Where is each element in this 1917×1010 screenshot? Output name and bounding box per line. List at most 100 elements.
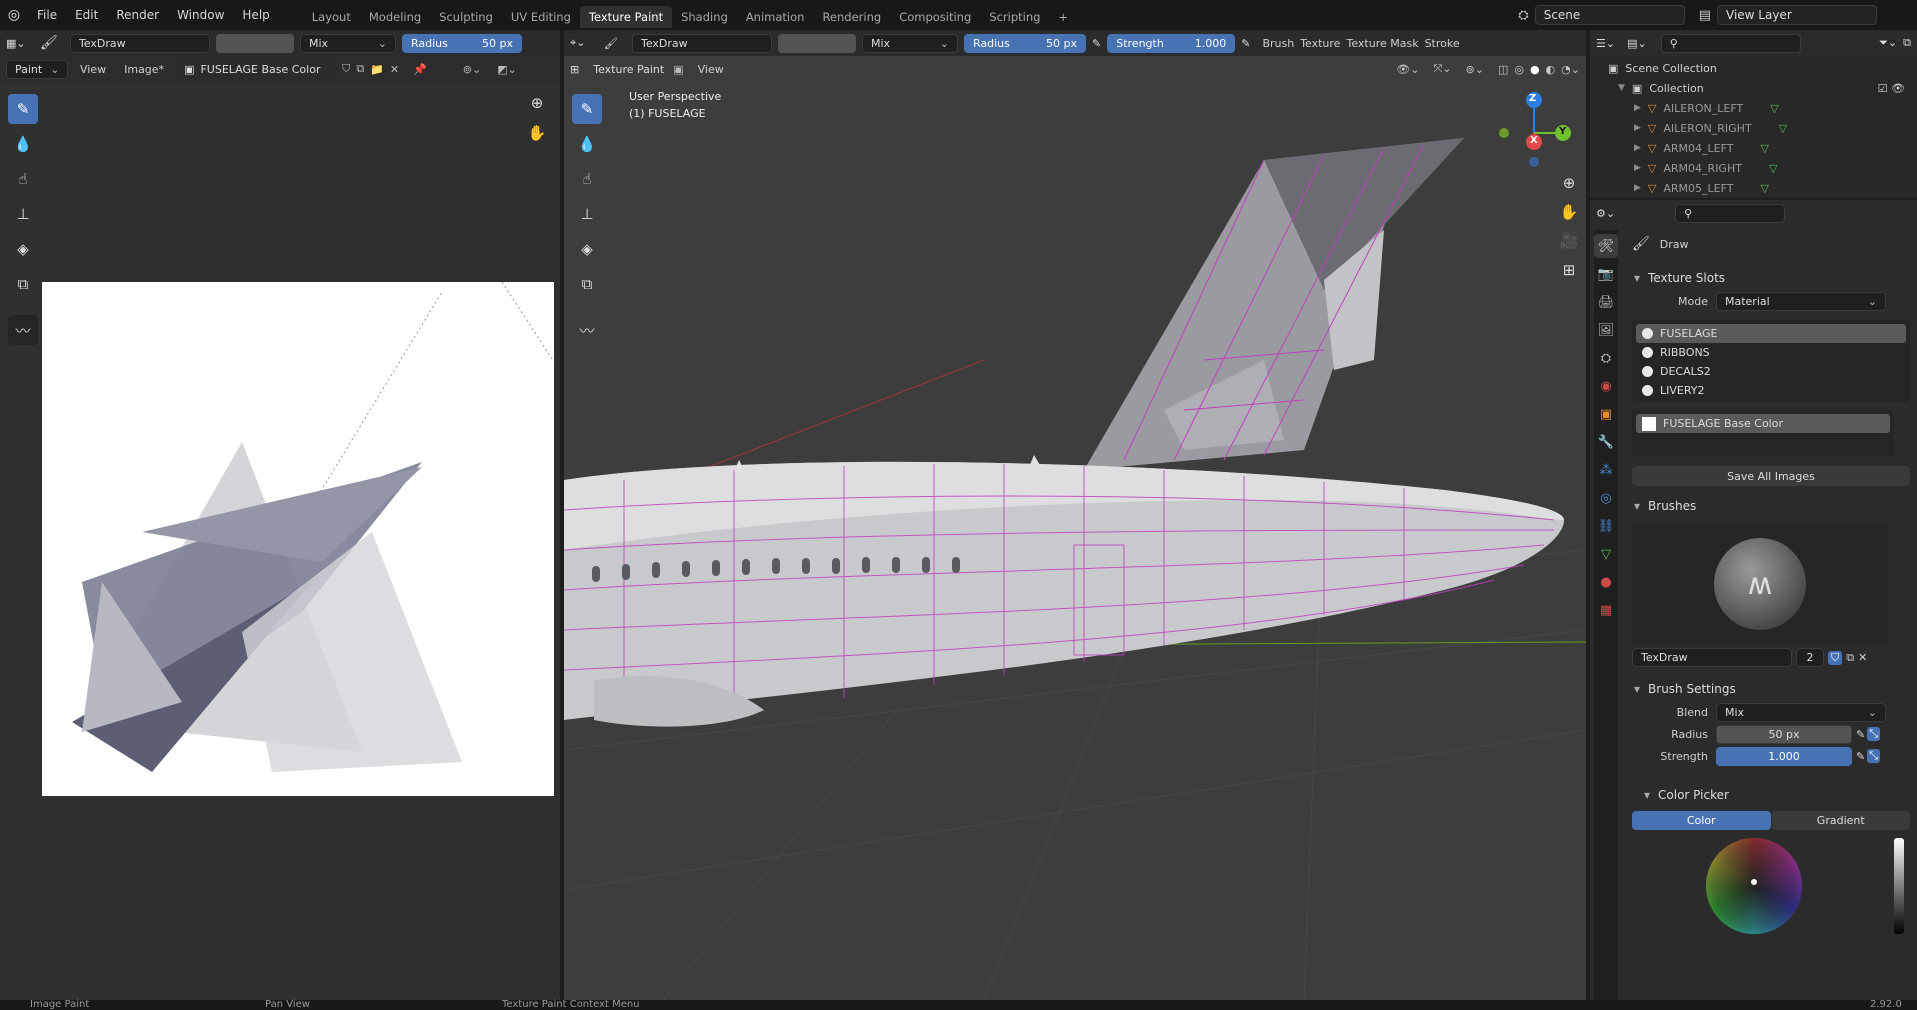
draw-tool-icon[interactable]: ✎ — [8, 94, 38, 124]
menu-stroke[interactable]: Stroke — [1425, 37, 1460, 50]
unlink-image-icon[interactable]: ✕ — [390, 63, 399, 76]
brush-name-field[interactable]: TexDraw — [70, 33, 210, 53]
outliner-item[interactable]: ▶ ▽ AILERON_RIGHT ▽ — [1608, 118, 1917, 138]
object-tab-icon[interactable]: ▣ — [1594, 402, 1618, 426]
strength-unit-icon[interactable]: ⤡ — [1867, 749, 1881, 763]
viewport-radius-slider[interactable]: Radius 50 px — [964, 33, 1086, 53]
physics-tab-icon[interactable]: ◎ — [1594, 486, 1618, 510]
expand-icon[interactable]: ▶ — [1634, 183, 1641, 193]
add-workspace-button[interactable]: + — [1049, 6, 1077, 28]
gizmo-toggle-icon[interactable]: ⤧⌄ — [1433, 62, 1451, 76]
viewport-mask-tool-icon[interactable]: ⧉ — [572, 269, 602, 299]
output-tab-icon[interactable]: 🖨 — [1594, 290, 1618, 314]
brush-datablock-name[interactable]: TexDraw — [1632, 648, 1792, 667]
render-tab-icon[interactable]: 📷 — [1594, 262, 1618, 286]
wireframe-shading-icon[interactable]: ◎ — [1514, 63, 1524, 76]
clone-tool-icon[interactable]: ⊥ — [8, 199, 38, 229]
modifier-tab-icon[interactable]: 🔧 — [1594, 430, 1618, 454]
constraints-tab-icon[interactable]: ⛓ — [1594, 514, 1618, 538]
menu-window[interactable]: Window — [168, 0, 233, 30]
texture-image[interactable] — [42, 282, 554, 796]
scene-collection-row[interactable]: ▣ Scene Collection — [1608, 58, 1917, 78]
viewport-view-menu[interactable]: View — [690, 63, 732, 76]
menu-edit[interactable]: Edit — [66, 0, 107, 30]
tab-layout[interactable]: Layout — [303, 6, 360, 28]
color-wheel[interactable] — [1706, 838, 1802, 934]
viewport-annotate-tool-icon[interactable]: 〰 — [572, 315, 602, 345]
viewport-mode-dropdown[interactable]: Texture Paint — [585, 60, 667, 79]
radius-slider[interactable]: Radius 50 px — [402, 33, 522, 53]
open-image-icon[interactable]: 📁 — [370, 63, 384, 76]
image-slot-item[interactable]: FUSELAGE Base Color — [1636, 414, 1890, 433]
menu-brush[interactable]: Brush — [1262, 37, 1294, 50]
viewport-pan-icon[interactable]: ✋ — [1556, 199, 1582, 225]
texture-slot-mode-dropdown[interactable]: Material — [1716, 291, 1886, 311]
overlay-icon[interactable]: ⊚⌄ — [463, 63, 481, 76]
save-all-images-button[interactable]: Save All Images — [1632, 466, 1910, 486]
fake-user-icon[interactable]: ⛉ — [342, 62, 350, 76]
menu-texture-mask[interactable]: Texture Mask — [1346, 37, 1418, 50]
data-tab-icon[interactable]: ▽ — [1594, 542, 1618, 566]
texture-slot-item[interactable]: LIVERY2 — [1636, 381, 1906, 400]
expand-icon[interactable]: ▶ — [1634, 163, 1641, 173]
unlink-brush-icon[interactable]: ✕ — [1858, 651, 1867, 664]
smear-tool-icon[interactable]: ☝ — [8, 164, 38, 194]
mask-toggle-icon[interactable]: ▣ — [673, 63, 683, 76]
image-menu[interactable]: Image* — [118, 63, 170, 76]
gizmo-z-label[interactable]: Z — [1529, 93, 1536, 104]
texture-slot-item[interactable]: FUSELAGE — [1636, 324, 1906, 343]
blender-logo-icon[interactable]: ◎ — [0, 7, 28, 23]
mask-tool-icon[interactable]: ⧉ — [8, 269, 38, 299]
radius-pressure-toggle-icon[interactable]: ✎ — [1856, 728, 1865, 741]
tool-tab-icon[interactable]: 🛠 — [1594, 234, 1618, 258]
soften-tool-icon[interactable]: 💧 — [8, 129, 38, 159]
radius-pressure-icon[interactable]: ✎ — [1092, 37, 1101, 50]
brush-strength-slider[interactable]: 1.000 — [1716, 746, 1852, 766]
view-layer-tab-icon[interactable]: 🖼 — [1594, 318, 1618, 342]
expand-icon[interactable]: ▶ — [1634, 103, 1641, 113]
outliner-display-mode-icon[interactable]: ▤⌄ — [1627, 37, 1647, 50]
pan-icon[interactable]: ✋ — [524, 120, 550, 146]
viewport-editor-type-icon[interactable]: ⌖⌄ — [570, 36, 598, 50]
color-swatch[interactable] — [216, 33, 294, 53]
expand-icon[interactable]: ▶ — [1634, 123, 1641, 133]
blend-dropdown[interactable]: Mix — [300, 33, 396, 53]
properties-search[interactable]: ⚲ — [1675, 203, 1786, 223]
menu-texture[interactable]: Texture — [1300, 37, 1340, 50]
color-tab[interactable]: Color — [1632, 811, 1771, 830]
texture-tab-icon[interactable]: ▦ — [1594, 598, 1618, 622]
ortho-toggle-icon[interactable]: ⊞ — [1556, 257, 1582, 283]
scene-tab-icon[interactable]: ⛭ — [1594, 346, 1618, 370]
radius-unit-icon[interactable]: ⤡ — [1867, 727, 1881, 741]
tab-compositing[interactable]: Compositing — [890, 6, 980, 28]
tab-sculpting[interactable]: Sculpting — [430, 6, 502, 28]
viewport-zoom-icon[interactable]: ⊕ — [1556, 170, 1582, 196]
brush-radius-slider[interactable]: 50 px — [1716, 724, 1852, 744]
visibility-icon[interactable]: 👁⌄ — [1396, 63, 1419, 76]
viewport-soften-tool-icon[interactable]: 💧 — [572, 129, 602, 159]
airplane-model[interactable] — [564, 30, 1586, 1000]
pin-icon[interactable]: 📌 — [413, 63, 427, 76]
gizmo-y-label[interactable]: Y — [1559, 126, 1566, 137]
scene-selector[interactable]: Scene — [1534, 5, 1685, 25]
viewport-smear-tool-icon[interactable]: ☝ — [572, 164, 602, 194]
viewport-brush-field[interactable]: TexDraw — [632, 33, 772, 53]
brush-settings-panel-header[interactable]: Brush Settings — [1624, 677, 1914, 701]
properties-editor-icon[interactable]: ⚙⌄ — [1596, 207, 1615, 220]
brush-blend-dropdown[interactable]: Mix — [1716, 702, 1886, 722]
texture-slots-panel-header[interactable]: Texture Slots — [1624, 266, 1914, 290]
world-tab-icon[interactable]: ◉ — [1594, 374, 1618, 398]
outliner-item[interactable]: ▶ ▽ ARM04_LEFT ▽ — [1608, 138, 1917, 158]
outliner-editor-icon[interactable]: ☰⌄ — [1596, 37, 1615, 50]
menu-render[interactable]: Render — [107, 0, 168, 30]
view-menu[interactable]: View — [74, 63, 112, 76]
viewport-clone-tool-icon[interactable]: ⊥ — [572, 199, 602, 229]
color-picker-panel-header[interactable]: Color Picker — [1624, 783, 1914, 807]
tab-scripting[interactable]: Scripting — [980, 6, 1049, 28]
new-image-icon[interactable]: ⧉ — [356, 62, 364, 76]
strength-pressure-toggle-icon[interactable]: ✎ — [1856, 750, 1865, 763]
brush-users-count[interactable]: 2 — [1796, 648, 1824, 667]
strength-pressure-icon[interactable]: ✎ — [1241, 37, 1250, 50]
tab-modeling[interactable]: Modeling — [360, 6, 430, 28]
collection-visibility-icon[interactable]: ☑ 👁 — [1878, 82, 1905, 95]
